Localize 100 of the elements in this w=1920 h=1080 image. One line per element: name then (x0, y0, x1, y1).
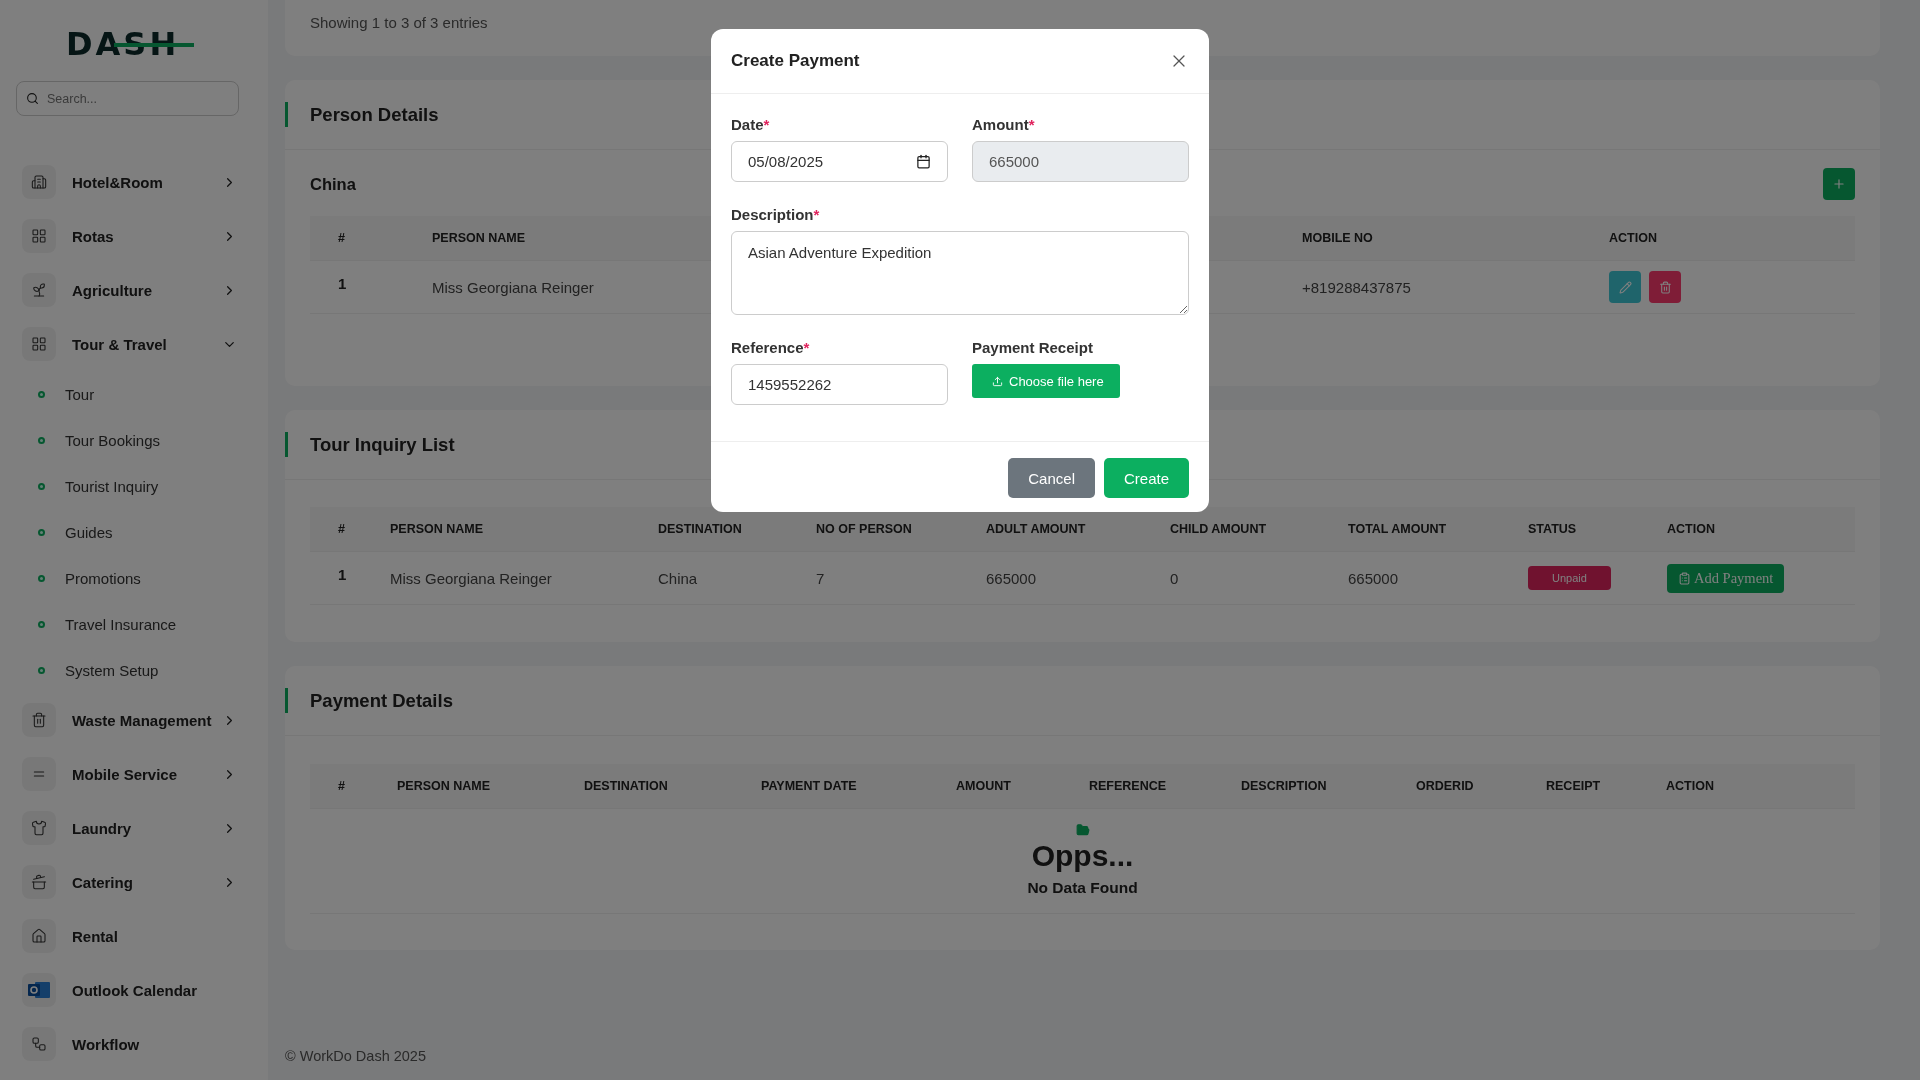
sidebar-item[interactable]: Waste Management (0, 693, 268, 747)
sidebar-item[interactable]: Rotas (0, 209, 268, 263)
sidebar-item[interactable]: Mobile Service (0, 747, 268, 801)
empty-title: Opps... (1031, 839, 1134, 873)
table-cell: 665000 (1320, 552, 1500, 605)
submenu-label: Promotions (65, 569, 141, 587)
bullet-icon (38, 666, 45, 674)
field-label: Amount* (972, 116, 1036, 133)
pencil-icon (1618, 280, 1632, 294)
modal-title: Create Payment (731, 51, 860, 71)
calendar-icon[interactable] (916, 154, 931, 169)
sidebar-label: Catering (72, 873, 134, 891)
sidebar-label: Hotel&Room (72, 173, 164, 191)
column-header: PERSON NAME (369, 764, 556, 809)
choose-file-button[interactable]: Choose file here (972, 364, 1120, 398)
sidebar-label: Rental (72, 927, 119, 945)
field-label: Reference* (731, 339, 811, 356)
sidebar-item[interactable]: Outlook Calendar (0, 963, 268, 1017)
column-header: # (310, 507, 362, 552)
table-cell: China (630, 552, 788, 605)
clipboard-icon (1678, 571, 1691, 585)
sidebar-item[interactable]: Tour & Travel (0, 317, 268, 371)
sidebar-label: Waste Management (72, 711, 213, 729)
folder-icon (1075, 823, 1090, 837)
bullet-icon (38, 574, 45, 582)
bullet-icon (38, 436, 45, 444)
menu-icon (22, 757, 56, 791)
sidebar-label: Laundry (72, 819, 133, 837)
upload-icon (992, 375, 1003, 387)
delete-button[interactable] (1649, 271, 1681, 303)
sidebar-item[interactable]: Hotel&Room (0, 155, 268, 209)
input-field[interactable]: 05/08/2025 (731, 141, 948, 182)
menu-icon (22, 1027, 56, 1061)
menu-icon (22, 165, 56, 199)
menu-icon (22, 219, 56, 253)
submenu-label: Tour (65, 385, 95, 403)
menu-icon (22, 865, 56, 899)
submenu-label: System Setup (65, 661, 159, 679)
submenu-label: Tour Bookings (65, 431, 161, 449)
edit-button[interactable] (1609, 271, 1641, 303)
column-header: STATUS (1500, 507, 1639, 552)
sidebar-label: Outlook Calendar (72, 981, 199, 999)
column-header: DESTINATION (556, 764, 733, 809)
footer-text: © WorkDo Dash 2025 (285, 1048, 427, 1064)
submenu-item[interactable]: Tour (0, 371, 268, 417)
dialog-button[interactable]: Cancel (1008, 458, 1095, 498)
menu-icon (22, 273, 56, 307)
sidebar-label: Rotas (72, 227, 115, 245)
menu-icon (22, 703, 56, 737)
input-field[interactable]: 665000 (972, 141, 1189, 182)
column-header: DESTINATION (630, 507, 788, 552)
field-label: Payment Receipt (972, 339, 1094, 356)
submenu-item[interactable]: System Setup (0, 647, 268, 693)
entries-info: Showing 1 to 3 of 3 entries (310, 14, 488, 31)
sidebar-item[interactable]: Laundry (0, 801, 268, 855)
sidebar-label: Workflow (72, 1035, 141, 1053)
column-header: ACTION (1581, 216, 1855, 261)
plus-icon (1832, 177, 1846, 191)
card-title: Tour Inquiry List (310, 433, 455, 456)
column-header: TOTAL AMOUNT (1320, 507, 1500, 552)
sidebar-item[interactable]: Agriculture (0, 263, 268, 317)
description-field[interactable]: Asian Adventure Expedition (731, 231, 1189, 315)
submenu-item[interactable]: Tourist Inquiry (0, 463, 268, 509)
table-cell: Miss Georgiana Reinger (362, 552, 630, 605)
dialog-button[interactable]: Create (1103, 458, 1189, 498)
menu-icon (22, 327, 56, 361)
submenu-item[interactable]: Travel Insurance (0, 601, 268, 647)
column-header: # (310, 764, 369, 809)
sidebar-item[interactable]: Catering (0, 855, 268, 909)
sidebar-item[interactable]: Workflow (0, 1017, 268, 1071)
table-cell: 1 (310, 552, 362, 605)
card-title: Person Details (310, 103, 439, 126)
add-button[interactable] (1823, 168, 1855, 200)
input-field[interactable]: 1459552262 (731, 364, 948, 405)
sidebar-label: Tour & Travel (72, 335, 168, 353)
column-header: DESCRIPTION (1213, 764, 1388, 809)
group-title: China (310, 174, 356, 194)
sidebar-label: Mobile Service (72, 765, 179, 783)
search-icon (26, 92, 39, 105)
sidebar-item[interactable]: Rental (0, 909, 268, 963)
submenu-item[interactable]: Tour Bookings (0, 417, 268, 463)
table-cell: +819288437875 (1274, 261, 1581, 314)
column-header: RECEIPT (1518, 764, 1638, 809)
submenu-label: Travel Insurance (65, 615, 177, 633)
submenu-item[interactable]: Guides (0, 509, 268, 555)
bullet-icon (38, 390, 45, 398)
submenu-label: Guides (65, 523, 113, 541)
bullet-icon (38, 482, 45, 490)
menu-icon (22, 919, 56, 953)
search-field[interactable]: Search... (16, 81, 239, 116)
column-header: # (310, 216, 404, 261)
submenu-item[interactable]: Promotions (0, 555, 268, 601)
sidebar-label: Agriculture (72, 281, 153, 299)
bullet-icon (38, 620, 45, 628)
column-header: ACTION (1638, 764, 1855, 809)
submenu-label: Tourist Inquiry (65, 477, 159, 495)
column-header: CHILD AMOUNT (1142, 507, 1320, 552)
table-cell: 7 (788, 552, 958, 605)
table-cell: 1 (310, 261, 404, 314)
trash-icon (1658, 280, 1672, 294)
